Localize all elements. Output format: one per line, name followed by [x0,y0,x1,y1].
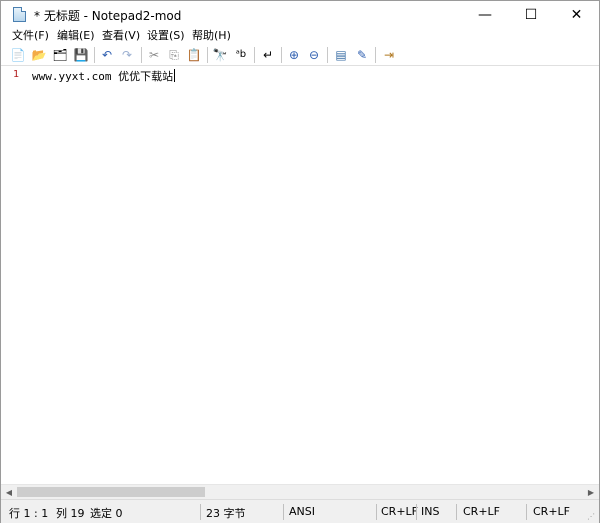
scheme-icon[interactable]: ▤ [332,46,350,64]
status-size: 23 字节 [206,507,246,520]
word-wrap-icon[interactable]: ↵ [259,46,277,64]
status-encoding[interactable]: ANSI [289,505,315,518]
exit-icon[interactable]: ⇥ [380,46,398,64]
redo-icon[interactable]: ↷ [118,46,136,64]
line-number: 1 [13,69,20,80]
customize-icon[interactable]: ✎ [353,46,371,64]
scroll-right-icon[interactable]: ▶ [584,486,598,499]
new-file-icon[interactable]: 📄 [9,46,27,64]
text-caret [174,69,176,82]
status-selection: 选定 0 [90,507,123,520]
status-bar: 行 1 : 1 列 19 选定 0 23 字节 ANSI CR+LF INS C… [1,499,599,523]
menu-file[interactable]: 文件(F) [12,28,49,44]
find-icon[interactable]: 🔭 [211,46,229,64]
scrollbar-thumb[interactable] [17,487,205,497]
scroll-left-icon[interactable]: ◀ [2,486,16,499]
toolbar-separator [141,47,142,63]
toolbar-separator [94,47,95,63]
cut-icon[interactable]: ✂ [145,46,163,64]
editor-area[interactable]: 1 www.yyxt.com 优优下载站 [1,66,599,484]
menu-view[interactable]: 查看(V) [102,28,140,44]
undo-icon[interactable]: ↶ [98,46,116,64]
paste-icon[interactable]: 📋 [185,46,203,64]
replace-icon[interactable]: ᵃb [232,46,250,64]
save-icon[interactable]: 💾 [72,46,90,64]
status-eol[interactable]: CR+LF [381,505,418,518]
status-separator [376,504,377,520]
window-title: * 无标题 - Notepad2-mod [34,9,182,23]
status-separator [416,504,417,520]
notepad2-window: * 无标题 - Notepad2-mod — ☐ ✕ 文件(F) 编辑(E) 查… [0,0,600,523]
status-separator [200,504,201,520]
status-insert-mode[interactable]: INS [421,505,439,518]
status-separator [456,504,457,520]
toolbar-separator [375,47,376,63]
close-button[interactable]: ✕ [554,1,599,28]
title-bar[interactable]: * 无标题 - Notepad2-mod — ☐ ✕ [1,1,599,28]
editor-line[interactable]: www.yyxt.com 优优下载站 [32,68,176,84]
status-separator [283,504,284,520]
zoom-out-icon[interactable]: ⊖ [305,46,323,64]
status-eol-3: CR+LF [533,505,570,518]
menu-edit[interactable]: 编辑(E) [57,28,95,44]
browse-icon[interactable]: 🗂 [51,46,69,64]
minimize-button[interactable]: — [462,1,508,28]
open-folder-icon[interactable]: 📂 [30,46,48,64]
toolbar-separator [327,47,328,63]
status-column: 列 19 [56,507,85,520]
toolbar-separator [281,47,282,63]
menu-bar: 文件(F) 编辑(E) 查看(V) 设置(S) 帮助(H) [1,28,599,44]
menu-help[interactable]: 帮助(H) [192,28,231,44]
toolbar-separator [254,47,255,63]
zoom-in-icon[interactable]: ⊕ [285,46,303,64]
notepad-app-icon [13,7,26,22]
menu-settings[interactable]: 设置(S) [147,28,185,44]
line-number-gutter: 1 [1,66,25,484]
maximize-button[interactable]: ☐ [508,1,554,28]
editor-line-text: www.yyxt.com 优优下载站 [32,70,174,83]
copy-icon[interactable]: ⎘ [165,46,183,64]
resize-grip-icon[interactable]: ⋰ [587,512,597,522]
toolbar: 📄 📂 🗂 💾 ↶ ↷ ✂ ⎘ 📋 🔭 ᵃb ↵ ⊕ ⊖ ▤ ✎ ⇥ [1,44,599,66]
status-eol-2: CR+LF [463,505,500,518]
toolbar-separator [207,47,208,63]
status-separator [526,504,527,520]
horizontal-scrollbar[interactable]: ◀ ▶ [1,484,599,499]
status-position: 行 1 : 1 [9,507,49,520]
